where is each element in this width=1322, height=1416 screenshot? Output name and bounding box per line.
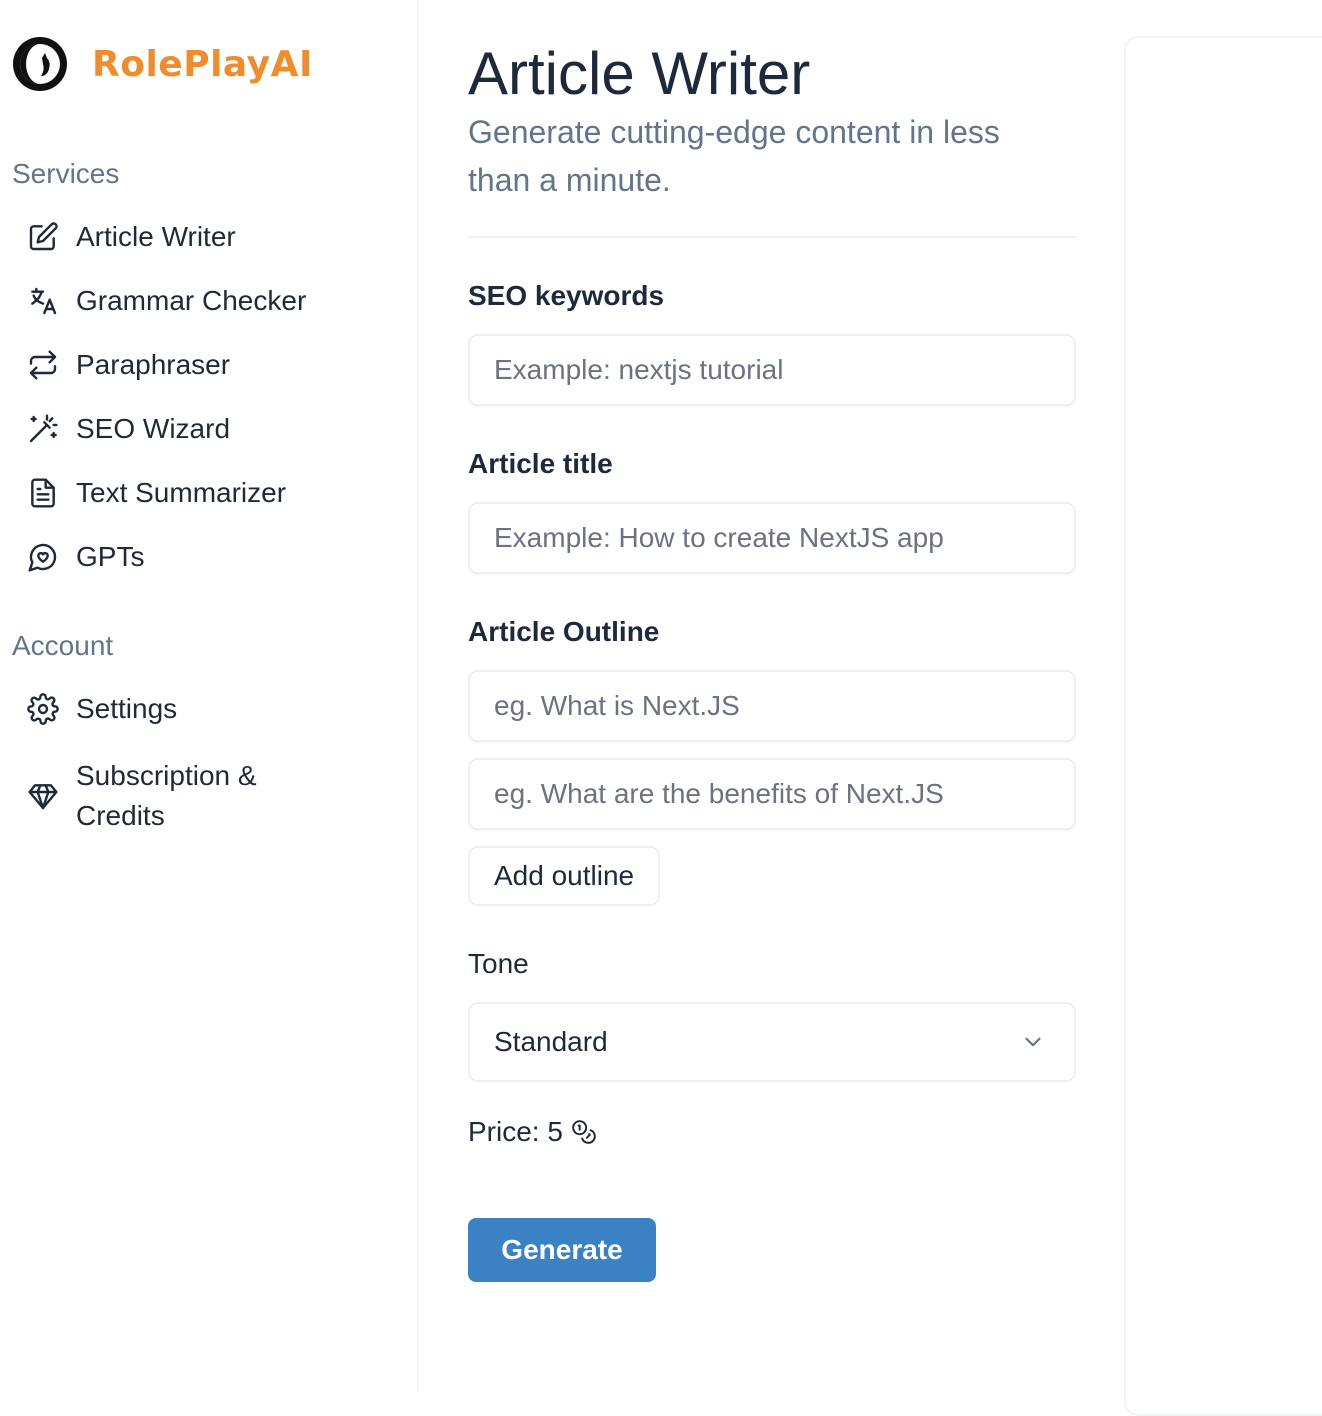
output-panel: [1124, 36, 1322, 1416]
magic-wand-icon: [26, 412, 60, 446]
price-text: Price: 5: [468, 1116, 563, 1147]
sidebar-item-label: GPTs: [76, 541, 145, 572]
sidebar-item-text-summarizer[interactable]: Text Summarizer: [26, 476, 286, 510]
article-title-input[interactable]: [468, 502, 1076, 574]
sidebar-item-label: Article Writer: [76, 221, 236, 252]
generate-button[interactable]: Generate: [468, 1218, 656, 1282]
chevron-down-icon: [1025, 1037, 1041, 1047]
add-outline-button[interactable]: Add outline: [468, 846, 661, 906]
sidebar-item-subscription-credits[interactable]: Subscription & Credits: [26, 756, 336, 836]
tone-selected-value: Standard: [494, 1026, 608, 1057]
article-title-label: Article title: [468, 448, 613, 479]
account-section-title: Account: [12, 630, 114, 661]
divider: [468, 236, 1076, 238]
brand-logo-icon: [13, 37, 67, 91]
brand-logo[interactable]: RolePlayAI: [12, 36, 313, 92]
sidebar-item-label: Subscription & Credits: [76, 760, 257, 831]
sidebar-item-gpts[interactable]: GPTs: [26, 540, 144, 574]
outline-input-2[interactable]: [468, 758, 1076, 830]
article-outline-label: Article Outline: [468, 616, 660, 647]
seo-keywords-input[interactable]: [468, 334, 1076, 406]
sidebar-item-article-writer[interactable]: Article Writer: [26, 220, 236, 254]
seo-keywords-label: SEO keywords: [468, 280, 665, 311]
brand-name: RolePlayAI: [92, 43, 313, 85]
chat-heart-icon: [26, 540, 60, 574]
sidebar-item-settings[interactable]: Settings: [26, 692, 177, 726]
edit-icon: [26, 220, 60, 254]
diamond-icon: [26, 779, 60, 813]
price: Price: 5: [468, 1116, 597, 1148]
sidebar-item-label: Settings: [76, 693, 178, 724]
sidebar-item-label: Paraphraser: [76, 349, 231, 380]
page-title: Article Writer: [468, 40, 811, 107]
sidebar-item-label: SEO Wizard: [76, 413, 231, 444]
page-subtitle: Generate cutting-edge content in less th…: [468, 114, 1000, 198]
outline-input-1[interactable]: [468, 670, 1076, 742]
tone-select[interactable]: Standard: [468, 1002, 1076, 1082]
sidebar-item-label: Text Summarizer: [76, 477, 287, 508]
coins-icon: [572, 1120, 596, 1144]
sidebar-item-seo-wizard[interactable]: SEO Wizard: [26, 412, 230, 446]
sidebar-item-label: Grammar Checker: [76, 285, 307, 316]
translate-icon: [26, 284, 60, 318]
file-text-icon: [26, 476, 60, 510]
sidebar-item-paraphraser[interactable]: Paraphraser: [26, 348, 230, 382]
sidebar: RolePlayAI Services Article Writer Gramm…: [0, 0, 418, 1392]
tone-label: Tone: [468, 948, 529, 979]
services-section-title: Services: [12, 158, 120, 189]
repeat-icon: [26, 348, 60, 382]
sidebar-item-grammar-checker[interactable]: Grammar Checker: [26, 284, 306, 318]
gear-icon: [26, 692, 60, 726]
